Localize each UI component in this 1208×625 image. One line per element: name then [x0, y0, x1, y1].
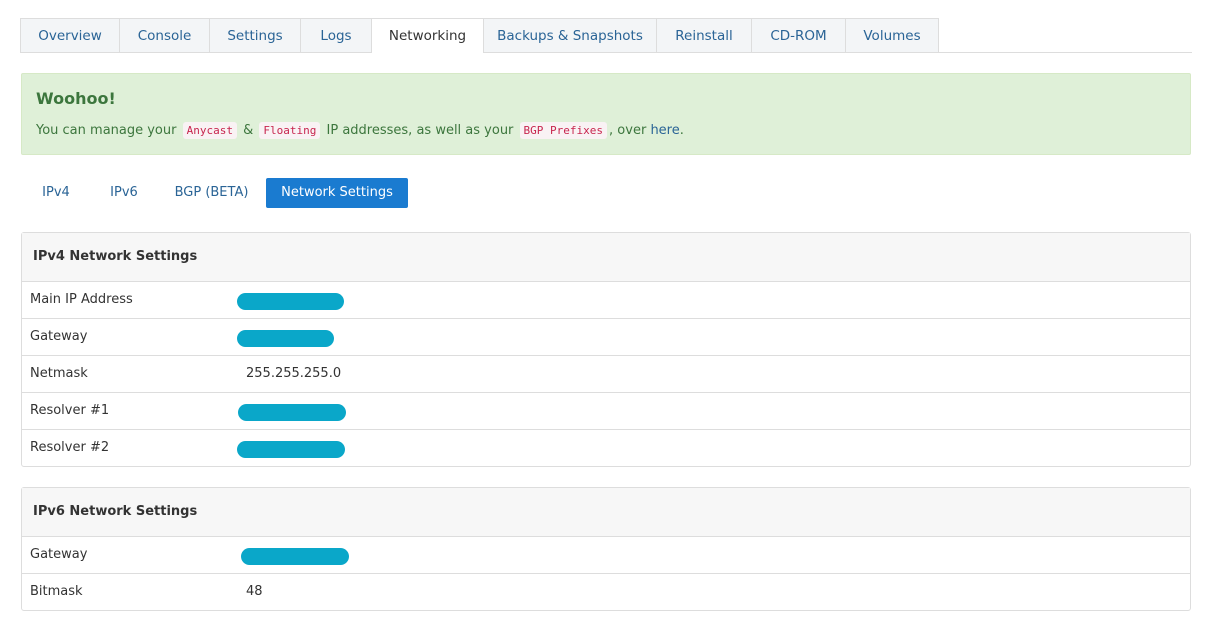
ipv4-settings-panel: IPv4 Network Settings Main IP Address Ga…: [21, 232, 1191, 467]
tab-reinstall[interactable]: Reinstall: [656, 18, 752, 52]
tab-volumes[interactable]: Volumes: [845, 18, 939, 52]
pill-ipv6[interactable]: IPv6: [91, 178, 157, 208]
table-row: Resolver #1: [22, 393, 1190, 430]
tab-console[interactable]: Console: [119, 18, 210, 52]
code-floating: Floating: [259, 122, 321, 139]
table-row: Netmask 255.255.255.0: [22, 356, 1190, 393]
row-label-resolver-1: Resolver #1: [30, 403, 110, 418]
pill-bgp-beta[interactable]: BGP (BETA): [164, 178, 259, 208]
tab-cd-rom[interactable]: CD-ROM: [751, 18, 846, 52]
bitmask-value: 48: [246, 584, 263, 599]
alert-message: You can manage your Anycast & Floating I…: [36, 122, 684, 139]
tab-backups-snapshots[interactable]: Backups & Snapshots: [483, 18, 657, 52]
row-label-resolver-2: Resolver #2: [30, 440, 110, 455]
code-anycast: Anycast: [182, 122, 237, 139]
alert-text-before: You can manage your: [36, 123, 177, 138]
alert-ampersand: &: [243, 123, 254, 138]
row-label-netmask: Netmask: [30, 366, 88, 381]
alert-title: Woohoo!: [36, 89, 116, 108]
ipv6-settings-panel: IPv6 Network Settings Gateway Bitmask 48: [21, 487, 1191, 611]
redacted-resolver-2: [237, 441, 345, 458]
table-row: Main IP Address: [22, 282, 1190, 319]
alert-text-mid: IP addresses, as well as your: [326, 123, 514, 138]
row-label-bitmask: Bitmask: [30, 584, 83, 599]
pill-network-settings[interactable]: Network Settings: [266, 178, 408, 208]
table-row: Gateway: [22, 537, 1190, 574]
alert-period: .: [679, 123, 684, 138]
tab-settings[interactable]: Settings: [209, 18, 301, 52]
table-row: Resolver #2: [22, 430, 1190, 467]
redacted-gateway: [237, 330, 334, 347]
alert-text-over: , over: [609, 123, 647, 138]
tab-logs[interactable]: Logs: [300, 18, 372, 52]
tab-overview[interactable]: Overview: [20, 18, 120, 52]
table-row: Gateway: [22, 319, 1190, 356]
ipv6-panel-title: IPv6 Network Settings: [22, 488, 1190, 537]
row-label-ipv6-gateway: Gateway: [30, 547, 88, 562]
row-label-main-ip: Main IP Address: [30, 292, 133, 307]
redacted-main-ip: [237, 293, 344, 310]
server-tabs: Overview Console Settings Logs Networkin…: [20, 18, 1192, 53]
tab-networking[interactable]: Networking: [371, 18, 484, 53]
ipv4-panel-title: IPv4 Network Settings: [22, 233, 1190, 282]
netmask-value: 255.255.255.0: [246, 366, 342, 381]
redacted-resolver-1: [238, 404, 346, 421]
pill-ipv4[interactable]: IPv4: [21, 178, 91, 208]
success-alert: Woohoo! You can manage your Anycast & Fl…: [21, 73, 1191, 155]
row-label-gateway: Gateway: [30, 329, 88, 344]
redacted-ipv6-gateway: [241, 548, 349, 565]
here-link[interactable]: here: [650, 123, 679, 138]
code-bgp-prefixes: BGP Prefixes: [519, 122, 608, 139]
table-row: Bitmask 48: [22, 574, 1190, 611]
